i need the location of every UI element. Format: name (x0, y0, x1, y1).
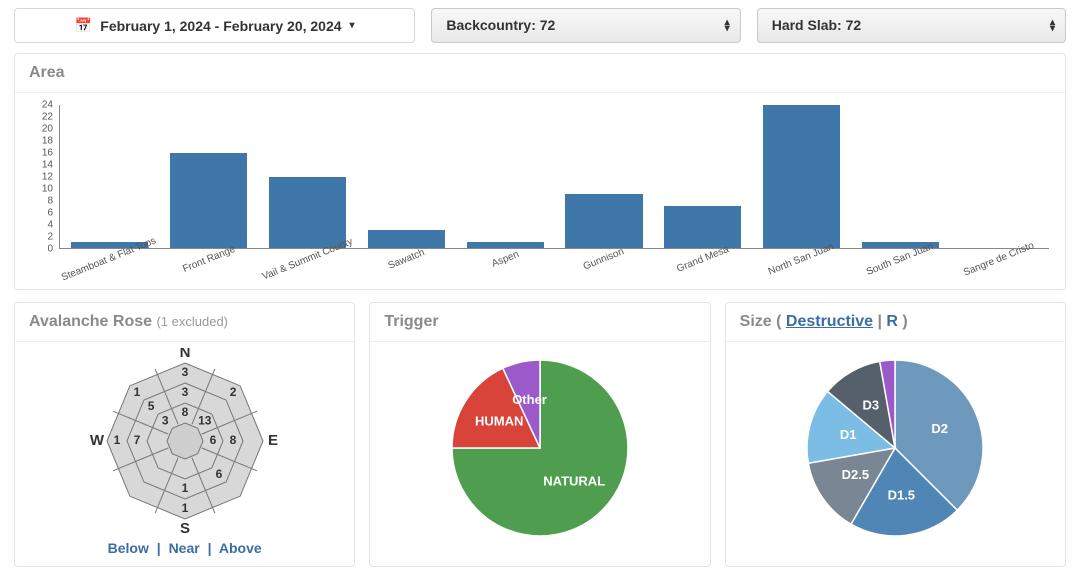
date-range-picker[interactable]: 📅 February 1, 2024 - February 20, 2024 ▾ (14, 8, 415, 43)
svg-text:D2: D2 (932, 421, 949, 436)
rose-value-outer-NE: 2 (229, 385, 236, 399)
rose-value-outer-W: 1 (113, 433, 120, 447)
filter-select-slab[interactable]: Hard Slab: 72 ▴▾ (757, 8, 1066, 43)
rose-value-middle-S: 1 (181, 481, 188, 495)
bar-sawatch[interactable] (357, 105, 456, 248)
rose-link-above[interactable]: Above (219, 540, 262, 556)
rose-value-outer-NW: 1 (133, 385, 140, 399)
trigger-pie-chart: NATURAL HUMAN Other (410, 348, 670, 548)
rose-value-middle-SE: 6 (215, 467, 222, 481)
svg-text:D3: D3 (863, 398, 880, 413)
rose-panel: Avalanche Rose (1 excluded) NESW32111386… (14, 302, 355, 567)
svg-text:HUMAN: HUMAN (475, 413, 523, 428)
size-link-destructive[interactable]: Destructive (786, 313, 873, 330)
svg-text:D2.5: D2.5 (842, 467, 869, 482)
svg-text:N: N (179, 348, 190, 361)
rose-link-below[interactable]: Below (108, 540, 149, 556)
rose-value-outer-N: 3 (181, 365, 188, 379)
bar-steamboat-flat-tops[interactable] (60, 105, 159, 248)
size-link-r[interactable]: R (886, 313, 898, 330)
rose-value-inner-NE: 13 (198, 413, 212, 427)
rose-value-inner-E: 6 (209, 433, 216, 447)
area-panel: Area 024681012141618202224 Steamboat & F… (14, 53, 1066, 290)
bar-grand-mesa[interactable] (653, 105, 752, 248)
area-bar-chart: 024681012141618202224 Steamboat & Flat T… (25, 99, 1055, 279)
svg-text:S: S (180, 520, 190, 534)
filter-select-backcountry[interactable]: Backcountry: 72 ▴▾ (431, 8, 740, 43)
size-pie-chart: D2 D1.5 D2.5 D1 D3 (765, 348, 1025, 548)
svg-text:E: E (268, 432, 278, 449)
svg-text:Other: Other (512, 392, 547, 407)
size-panel-title: Size ( Destructive | R ) (726, 303, 1065, 342)
rose-value-middle-N: 3 (181, 385, 188, 399)
rose-value-middle-E: 8 (229, 433, 236, 447)
bar-front-range[interactable] (159, 105, 258, 248)
filter-select-slab-label: Hard Slab: 72 (772, 17, 861, 33)
rose-value-outer-S: 1 (181, 501, 188, 515)
select-caret-icon: ▴▾ (725, 20, 730, 32)
svg-text:D1.5: D1.5 (888, 487, 915, 502)
rose-link-near[interactable]: Near (169, 540, 200, 556)
rose-treeline-links: Below | Near | Above (108, 540, 262, 556)
bar-gunnison[interactable] (555, 105, 654, 248)
filter-select-backcountry-label: Backcountry: 72 (446, 17, 555, 33)
svg-text:NATURAL: NATURAL (543, 474, 605, 489)
avalanche-rose: NESW3211138617581363 (60, 348, 310, 534)
trigger-panel: Trigger NATURAL HUMAN Other (369, 302, 710, 567)
rose-value-middle-W: 7 (133, 433, 140, 447)
select-caret-icon: ▴▾ (1050, 20, 1055, 32)
svg-text:W: W (90, 432, 105, 449)
bar-aspen[interactable] (456, 105, 555, 248)
area-panel-title: Area (15, 54, 1065, 93)
bar-sangre-de-cristo[interactable] (950, 105, 1049, 248)
date-range-text: February 1, 2024 - February 20, 2024 (100, 18, 341, 34)
bar-north-san-juan[interactable] (752, 105, 851, 248)
size-panel: Size ( Destructive | R ) D2 D1.5 D2.5 D1 D3 (725, 302, 1066, 567)
rose-panel-title: Avalanche Rose (1 excluded) (15, 303, 354, 342)
bar-south-san-juan[interactable] (851, 105, 950, 248)
rose-value-inner-N: 8 (181, 405, 188, 419)
rose-value-inner-NW: 3 (162, 413, 169, 427)
rose-value-middle-NW: 5 (147, 399, 154, 413)
calendar-icon: 📅 (75, 17, 92, 34)
caret-down-icon: ▾ (350, 20, 355, 31)
svg-text:D1: D1 (840, 427, 857, 442)
trigger-panel-title: Trigger (370, 303, 709, 342)
bar-vail-summit-county[interactable] (258, 105, 357, 248)
